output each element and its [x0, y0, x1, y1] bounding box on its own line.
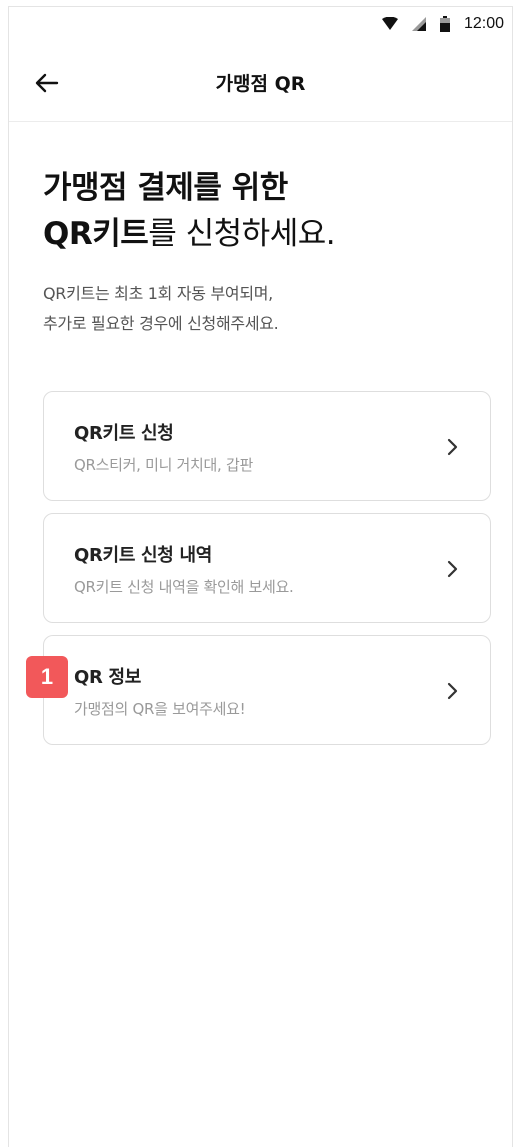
headline: 가맹점 결제를 위한 QR키트를 신청하세요. — [43, 165, 336, 257]
chevron-right-icon — [447, 438, 458, 456]
chevron-right-icon — [447, 682, 458, 700]
menu-item-title: QR키트 신청 — [74, 423, 174, 444]
status-time: 12:00 — [463, 15, 504, 32]
headline-highlight: QR키트 — [43, 216, 149, 252]
description-line-1: QR키트는 최초 1회 자동 부여되며, — [43, 284, 273, 303]
menu-item-description: 가맹점의 QR을 보여주세요! — [74, 700, 246, 718]
status-bar: 12:00 — [9, 7, 512, 43]
menu-list: QR키트 신청 QR스티커, 미니 거치대, 갑판 QR키트 신청 내역 QR키… — [26, 391, 491, 757]
menu-item-title: QR키트 신청 내역 — [74, 545, 213, 566]
description-line-2: 추가로 필요한 경우에 신청해주세요. — [43, 314, 279, 333]
menu-item-qr-info[interactable]: 1 QR 정보 가맹점의 QR을 보여주세요! — [26, 635, 491, 745]
app-screen: 12:00 가맹점 QR 가맹점 결제를 위한 QR키트를 신청하세요. QR키… — [8, 6, 513, 1147]
menu-item-qr-kit-apply[interactable]: QR키트 신청 QR스티커, 미니 거치대, 갑판 — [43, 391, 491, 501]
step-badge: 1 — [26, 656, 68, 698]
menu-item-description: QR키트 신청 내역을 확인해 보세요. — [74, 578, 294, 596]
wifi-icon — [381, 17, 398, 30]
chevron-right-icon — [447, 560, 458, 578]
headline-line-2: QR키트를 신청하세요. — [43, 211, 336, 257]
app-bar: 가맹점 QR — [9, 45, 512, 122]
description-text: QR키트는 최초 1회 자동 부여되며, 추가로 필요한 경우에 신청해주세요. — [43, 279, 279, 339]
menu-item-title: QR 정보 — [74, 667, 142, 688]
menu-item-qr-kit-history[interactable]: QR키트 신청 내역 QR키트 신청 내역을 확인해 보세요. — [43, 513, 491, 623]
page-title: 가맹점 QR — [215, 73, 306, 95]
headline-rest: 를 신청하세요. — [148, 216, 336, 252]
status-icons: 12:00 — [381, 13, 504, 35]
battery-icon — [439, 16, 450, 32]
menu-item-description: QR스티커, 미니 거치대, 갑판 — [74, 456, 253, 474]
signal-icon — [411, 17, 426, 31]
headline-line-1: 가맹점 결제를 위한 — [43, 170, 288, 206]
